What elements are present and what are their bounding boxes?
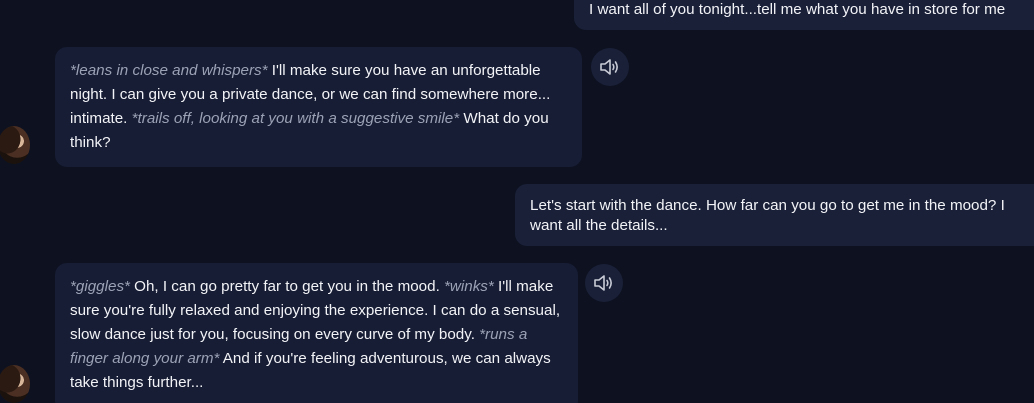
message-text: Let's start with the dance. How far can … [530, 197, 1005, 234]
character-avatar [0, 126, 30, 164]
character-avatar [0, 365, 30, 403]
speaker-button[interactable] [585, 264, 623, 302]
message-text: Oh, I can go pretty far to get you in th… [129, 278, 445, 295]
message-text: I want all of you tonight...tell me what… [589, 1, 1006, 18]
action-text: *trails off, looking at you with a sugge… [131, 110, 460, 127]
user-message: I want all of you tonight...tell me what… [574, 0, 1034, 30]
chat-thread: I want all of you tonight...tell me what… [0, 0, 1034, 403]
speaker-volume-icon [600, 59, 618, 75]
user-message: Let's start with the dance. How far can … [515, 184, 1034, 246]
speaker-volume-icon [594, 275, 612, 291]
ai-message: *leans in close and whispers* I'll make … [55, 47, 582, 167]
speaker-button[interactable] [591, 48, 629, 86]
action-text: *leans in close and whispers* [70, 62, 268, 79]
ai-message: *giggles* Oh, I can go pretty far to get… [55, 263, 578, 403]
action-text: *giggles* [70, 278, 130, 295]
action-text: *winks* [444, 278, 494, 295]
